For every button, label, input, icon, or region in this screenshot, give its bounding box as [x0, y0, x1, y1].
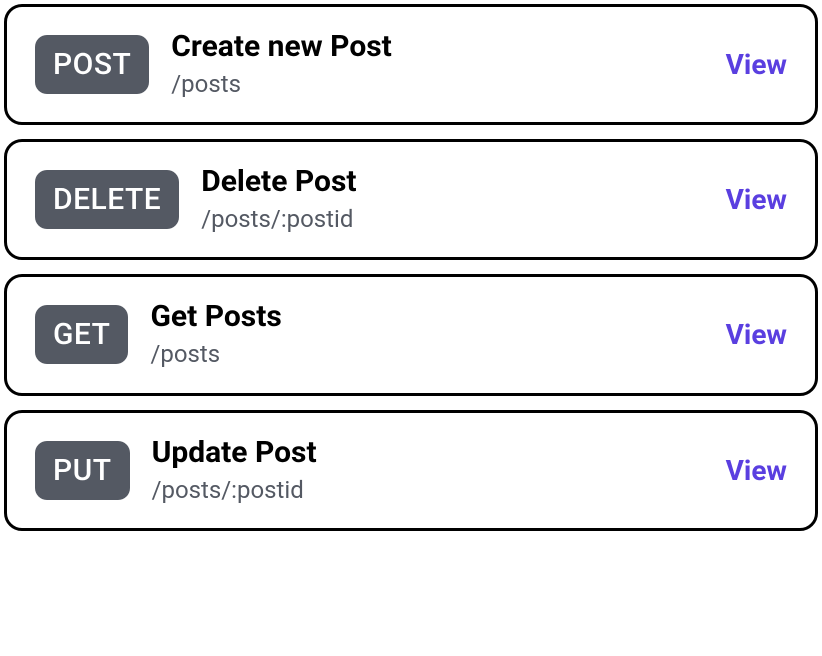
endpoint-info: Create new Post /posts	[171, 29, 703, 100]
endpoint-info: Get Posts /posts	[150, 299, 703, 370]
method-badge-delete: DELETE	[35, 170, 179, 229]
endpoint-info: Delete Post /posts/:postid	[201, 164, 703, 235]
endpoint-list: POST Create new Post /posts View DELETE …	[0, 0, 822, 535]
endpoint-card: PUT Update Post /posts/:postid View	[4, 410, 818, 531]
view-link[interactable]: View	[726, 454, 787, 487]
method-badge-get: GET	[35, 305, 128, 364]
endpoint-card: GET Get Posts /posts View	[4, 274, 818, 395]
endpoint-card: DELETE Delete Post /posts/:postid View	[4, 139, 818, 260]
method-badge-post: POST	[35, 35, 149, 94]
endpoint-path: /posts	[171, 69, 703, 100]
endpoint-title: Create new Post	[171, 29, 703, 65]
endpoint-title: Delete Post	[201, 164, 703, 200]
method-badge-put: PUT	[35, 441, 130, 500]
endpoint-path: /posts/:postid	[201, 204, 703, 235]
endpoint-path: /posts	[150, 339, 703, 370]
endpoint-title: Get Posts	[150, 299, 703, 335]
endpoint-card: POST Create new Post /posts View	[4, 4, 818, 125]
endpoint-title: Update Post	[152, 435, 704, 471]
endpoint-info: Update Post /posts/:postid	[152, 435, 704, 506]
view-link[interactable]: View	[726, 183, 787, 216]
endpoint-path: /posts/:postid	[152, 475, 704, 506]
view-link[interactable]: View	[726, 318, 787, 351]
view-link[interactable]: View	[726, 48, 787, 81]
